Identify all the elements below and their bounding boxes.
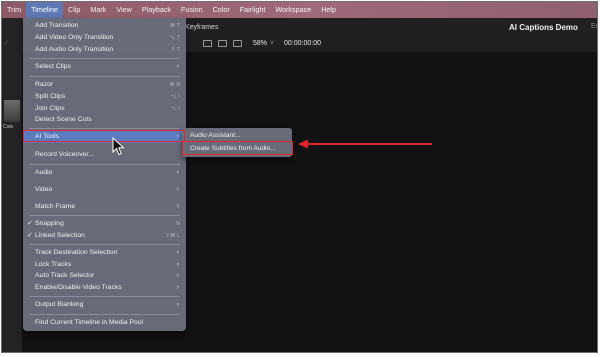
chevron-right-icon: › (176, 63, 179, 70)
app-window: Trim Timeline Clip Mark View Playback Fu… (1, 1, 598, 353)
menu-separator (29, 296, 180, 297)
menu-item-split-clips[interactable]: Split Clips ⌥ \ (23, 91, 186, 103)
timeline-dropdown-menu: Add Transition ⌘ T Add Video Only Transi… (23, 18, 186, 331)
menu-item-label: Detect Scene Cuts (35, 116, 92, 123)
annotation-highlight-ai-tools (23, 130, 185, 142)
menu-item-label: Enable/Disable Video Tracks (35, 284, 122, 291)
menu-item-track-destination-selection[interactable]: Track Destination Selection › (23, 247, 186, 259)
panel-toggle-icon[interactable]: ⁄ (6, 41, 7, 47)
menu-separator (29, 58, 180, 59)
menu-item-label: Video (35, 186, 53, 193)
zoom-value: 58% (253, 40, 268, 47)
project-title: AI Captions Demo (509, 23, 578, 32)
menu-item-record-voiceover[interactable]: Record Voiceover... (23, 149, 186, 161)
menu-item-match-frame[interactable]: Match Frame F (23, 201, 186, 213)
clip-thumbnail-label: Colo (3, 124, 14, 130)
menu-item-video[interactable]: Video › (23, 184, 186, 196)
shortcut-hint: F (176, 204, 180, 210)
menu-item-label: Razor (35, 81, 54, 88)
menu-playback[interactable]: Playback (137, 2, 176, 18)
shortcut-hint: ⌥ T (168, 35, 180, 41)
chevron-down-icon: ˅ (270, 40, 275, 47)
menu-item-razor[interactable]: Razor ⌘ B (23, 79, 186, 91)
menu-separator (29, 215, 180, 216)
clip-thumbnail[interactable] (4, 100, 20, 122)
shortcut-hint: ⌘ B (169, 82, 180, 88)
menu-item-label: Linked Selection (35, 232, 85, 239)
shortcut-hint: ⌥ \ (170, 94, 180, 100)
menu-item-detect-scene-cuts[interactable]: Detect Scene Cuts (23, 114, 186, 126)
menu-item-linked-selection[interactable]: ✓ Linked Selection ⇧⌘ L (23, 230, 186, 242)
menu-item-label: Find Current Timeline in Media Pool (35, 319, 144, 326)
menu-item-enable-disable-video-tracks[interactable]: Enable/Disable Video Tracks › (23, 282, 186, 294)
menu-item-label: Add Audio Only Transition (35, 46, 114, 53)
menu-workspace[interactable]: Workspace (270, 2, 316, 18)
checkmark-icon: ✓ (27, 220, 33, 227)
zoom-level[interactable]: 58% ˅ (253, 40, 274, 47)
menu-item-snapping[interactable]: ✓ Snapping N (23, 218, 186, 230)
menu-item-label: Output Blanking (35, 301, 84, 308)
shortcut-hint: ⇧⌘ L (165, 233, 180, 239)
annotation-highlight-create-subtitles (182, 141, 293, 155)
chevron-right-icon: › (176, 169, 179, 176)
chevron-right-icon: › (176, 249, 179, 256)
menu-clip[interactable]: Clip (63, 2, 85, 18)
menu-separator (29, 76, 180, 77)
viewer-options-icon[interactable] (233, 40, 242, 47)
viewer-layout-icon[interactable] (218, 40, 227, 47)
chevron-right-icon: › (176, 284, 179, 291)
menu-item-auto-track-selector[interactable]: Auto Track Selector › (23, 270, 186, 282)
menu-color[interactable]: Color (208, 2, 235, 18)
menu-item-add-video-only-transition[interactable]: Add Video Only Transition ⌥ T (23, 32, 186, 44)
menu-trim[interactable]: Trim (2, 2, 26, 18)
menu-item-label: Add Transition (35, 22, 79, 29)
menu-item-audio[interactable]: Audio › (23, 167, 186, 179)
media-pool-strip: ⁄ Colo (2, 18, 22, 352)
menu-fusion[interactable]: Fusion (176, 2, 208, 18)
menu-view[interactable]: View (111, 2, 136, 18)
red-arrow-icon (298, 139, 432, 149)
menu-separator (29, 314, 180, 315)
menu-item-label: Split Clips (35, 93, 66, 100)
menu-item-label: Snapping (35, 220, 64, 227)
chevron-right-icon: › (176, 272, 179, 279)
menu-item-select-clips[interactable]: Select Clips › (23, 61, 186, 73)
keyframes-label[interactable]: Keyframes (185, 24, 218, 31)
menu-bar: Trim Timeline Clip Mark View Playback Fu… (2, 2, 597, 18)
menu-help[interactable]: Help (316, 2, 341, 18)
menu-item-label: Audio (35, 169, 53, 176)
chevron-right-icon: › (176, 301, 179, 308)
shortcut-hint: ⇧ T (170, 47, 180, 53)
menu-fairlight[interactable]: Fairlight (235, 2, 271, 18)
menu-item-label: Auto Track Selector (35, 272, 95, 279)
menu-item-add-audio-only-transition[interactable]: Add Audio Only Transition ⇧ T (23, 44, 186, 56)
menu-item-add-transition[interactable]: Add Transition ⌘ T (23, 20, 186, 32)
menu-item-output-blanking[interactable]: Output Blanking › (23, 299, 186, 311)
project-tag: Ed (591, 23, 597, 30)
chevron-right-icon: › (176, 186, 179, 193)
menu-item-find-current-timeline[interactable]: Find Current Timeline in Media Pool (23, 317, 186, 329)
checkmark-icon: ✓ (27, 232, 33, 239)
menu-separator (29, 164, 180, 165)
menu-item-label: Add Video Only Transition (35, 34, 114, 41)
shortcut-hint: N (176, 221, 180, 227)
menu-timeline[interactable]: Timeline (26, 2, 64, 18)
menu-item-label: Track Destination Selection (35, 249, 118, 256)
shortcut-hint: ⌘ T (169, 23, 180, 29)
cursor-icon (112, 137, 125, 156)
menu-item-label: Select Clips (35, 63, 71, 70)
menu-item-label: Match Frame (35, 203, 76, 210)
viewer-mode-icon[interactable] (203, 40, 212, 47)
timecode-display: 00:00:00:00 (284, 40, 321, 47)
menu-item-label: Record Voiceover... (35, 151, 94, 158)
menu-separator (29, 128, 180, 129)
menu-mark[interactable]: Mark (85, 2, 111, 18)
menu-separator (29, 244, 180, 245)
